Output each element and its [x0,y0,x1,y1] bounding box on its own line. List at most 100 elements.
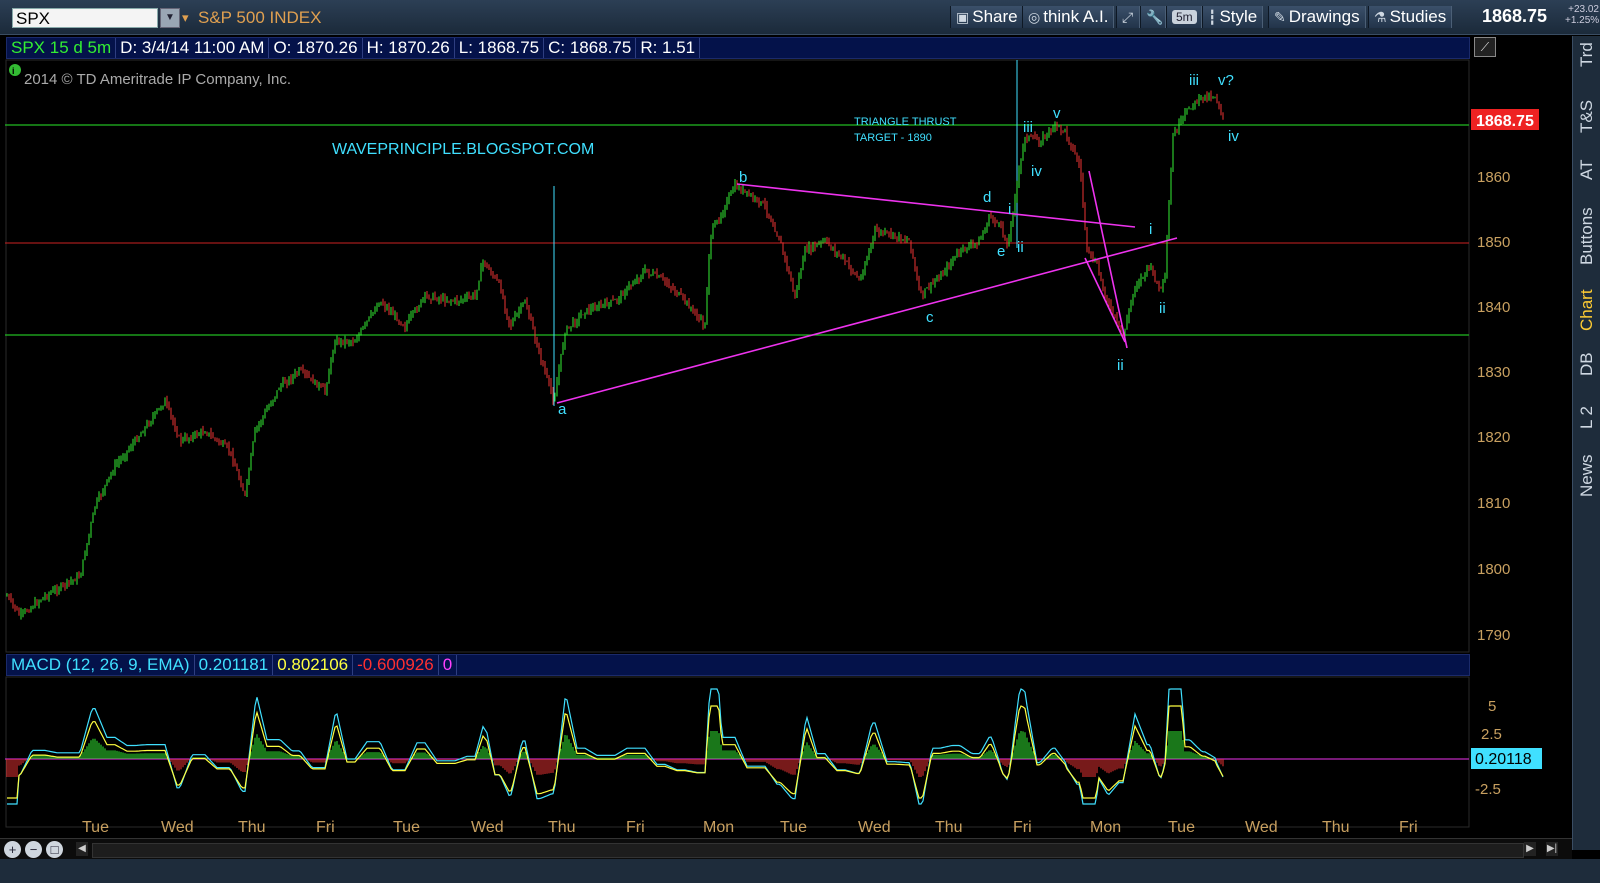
change-percent: +1.25% [1565,15,1600,26]
tab-buttons[interactable]: Buttons [1573,196,1600,276]
copyright-text: 2014 © TD Ameritrade IP Company, Inc. [24,71,291,88]
wave-label-v-question: v? [1218,72,1234,89]
time-tick: Thu [935,819,963,836]
brain-icon: ◎ [1028,9,1041,25]
chart-panel[interactable]: a b c d e i ii iii iv v ii i ii iii v? i… [5,36,1571,848]
bar-high: H: 1870.26 [363,38,455,58]
net-change: +23.02 +1.25% [1565,4,1599,26]
macd-diff: -0.600926 [353,655,439,675]
time-tick: Thu [1322,819,1350,836]
style-button[interactable]: ┇ Style [1202,6,1264,28]
time-tick: Fri [1399,819,1418,836]
price-tick-1850: 1850 [1477,234,1510,251]
index-title: S&P 500 INDEX [198,8,322,27]
price-pane-frame [5,59,1470,653]
wave-label-e: e [997,243,1005,260]
macd-label[interactable]: MACD (12, 26, 9, EMA) [7,655,195,675]
zoom-tool-button[interactable]: ⤢ [1116,6,1140,28]
price-tick-1810: 1810 [1477,495,1510,512]
bar-open: O: 1870.26 [269,38,363,58]
flask-icon: ⚗ [1374,9,1387,25]
studies-button[interactable]: ⚗ Studies [1368,6,1453,28]
time-tick: Wed [1245,819,1278,836]
scroll-right-icon[interactable]: ▶ [1524,842,1536,856]
tab-dashboard[interactable]: DB [1573,346,1600,382]
time-tick: Thu [238,819,266,836]
share-icon: ▣ [956,9,970,25]
last-price: 1868.75 [1482,6,1548,26]
interval-button[interactable]: 5m [1166,6,1202,28]
tab-active-trader[interactable]: AT [1573,152,1600,188]
tab-news[interactable]: News [1573,448,1600,504]
time-tick: Tue [780,819,807,836]
time-tick: Fri [626,819,645,836]
time-tick: Tue [82,819,109,836]
zoom-icon: ⤢ [1122,9,1134,25]
price-tick-1820: 1820 [1477,429,1510,446]
svg-text:i: i [12,66,15,76]
scroll-left-icon[interactable]: ◀ [76,842,88,856]
wave-label-iv-new: iv [1228,128,1239,145]
price-tick-1830: 1830 [1477,364,1510,381]
scroll-end-icon[interactable]: ▶| [1546,842,1558,856]
wave-label-ii-new: ii [1159,300,1166,317]
symbol-dropdown-button[interactable]: ▼ [160,8,180,28]
macd-average-line [7,705,1224,799]
wave-label-iii-new: iii [1189,72,1199,89]
wave-channel-line-2[interactable] [1084,257,1126,343]
zoom-reset-icon[interactable]: □ [46,841,63,858]
triangle-upper-trendline[interactable] [736,183,1136,228]
pencil-icon: ✎ [1274,9,1286,25]
zoom-in-icon[interactable]: + [4,841,21,858]
wave-label-b: b [739,169,747,186]
time-tick: Mon [1090,819,1121,836]
chart-scrollbar[interactable] [92,843,1524,858]
change-points: +23.02 [1568,4,1599,15]
time-tick: Wed [471,819,504,836]
macd-pane-frame [5,676,1470,828]
wave-label-iv: iv [1031,163,1042,180]
status-strip [0,859,1600,883]
drawing-tool-icon[interactable]: ⟋ [1474,37,1496,57]
zoom-out-icon[interactable]: − [25,841,42,858]
info-icon[interactable] [9,64,21,76]
wave-label-iii: iii [1023,119,1033,136]
candles-icon: ┇ [1208,9,1217,25]
price-tick-1860: 1860 [1477,169,1510,186]
share-button[interactable]: ▣ Share [950,6,1024,28]
side-tabs: Trd T&S AT Buttons Chart DB L 2 News [1572,36,1600,850]
time-tick: Wed [858,819,891,836]
price-axis: 1790 1800 1810 1820 1830 1840 1850 1860 [1477,169,1510,644]
tab-trade[interactable]: Trd [1573,36,1600,74]
macd-zero: 0 [439,655,458,675]
macd-tick-2.5: 2.5 [1481,726,1502,743]
price-info-bar: SPX 15 d 5m D: 3/4/14 11:00 AM O: 1870.26 H… [6,37,1470,59]
macd-value-line [7,688,1224,805]
time-tick: Mon [703,819,734,836]
top-toolbar: SPX ▼ ▾ S&P 500 INDEX ▣ Share ◎ think A.I.… [0,0,1600,35]
macd-tick-5: 5 [1488,698,1496,715]
time-tick: Fri [316,819,335,836]
bar-range: R: 1.51 [636,38,701,58]
price-chart[interactable]: a b c d e i ii iii iv v ii i ii iii v? i… [5,36,1571,848]
wave-label-i: i [1008,201,1011,218]
symbol-input[interactable]: SPX [12,8,158,28]
thinkai-button[interactable]: ◎ think A.I. [1022,6,1115,28]
tab-time-and-sales[interactable]: T&S [1573,88,1600,144]
price-tick-1840: 1840 [1477,299,1510,316]
symbol-period[interactable]: SPX 15 d 5m [7,38,117,58]
symbol-menu-icon[interactable]: ▾ [182,8,196,28]
macd-current-label: 0.20118 [1475,751,1532,768]
chevron-down-icon: ▼ [165,12,175,23]
wave-label-d: d [983,189,991,206]
tab-chart[interactable]: Chart [1573,282,1600,338]
settings-button[interactable]: 🔧 [1140,6,1166,28]
blog-annotation: WAVEPRINCIPLE.BLOGSPOT.COM [332,141,594,158]
wave-label-ii-low: ii [1117,357,1124,374]
wave-label-ii: ii [1017,239,1024,256]
wave-label-a: a [558,401,567,418]
macd-value: 0.201181 [195,655,274,675]
tab-level2[interactable]: L 2 [1573,392,1600,442]
drawings-button[interactable]: ✎ Drawings [1268,6,1366,28]
macd-avg: 0.802106 [273,655,354,675]
